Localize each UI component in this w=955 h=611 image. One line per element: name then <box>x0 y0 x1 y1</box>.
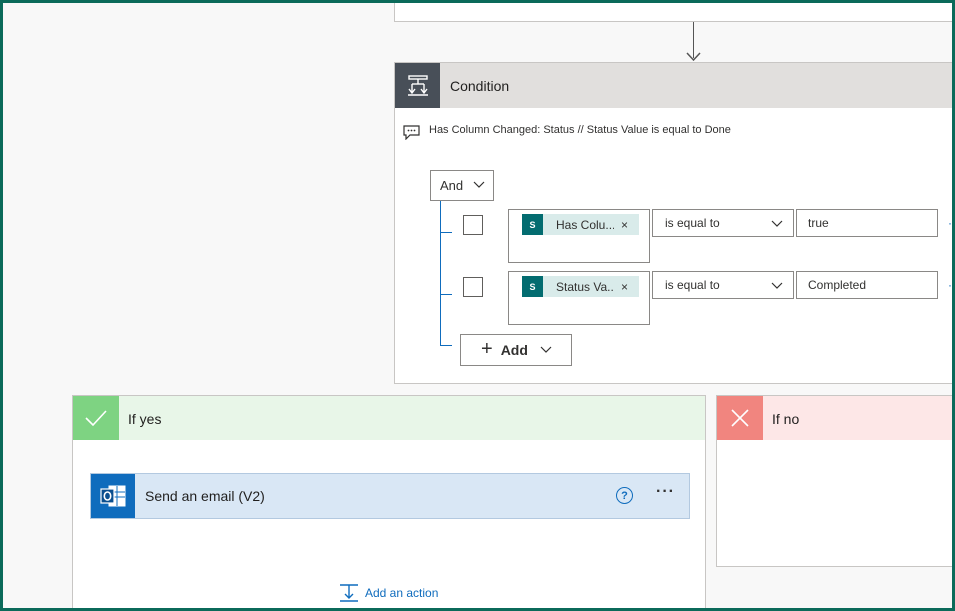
if-yes-branch: If yes Send an email (V2) ? ··· Add an a… <box>72 395 706 611</box>
token-remove-icon[interactable]: × <box>621 218 628 232</box>
dynamic-token[interactable]: S Status Va... × <box>522 276 639 297</box>
group-operator-label: And <box>440 178 464 193</box>
tree-branch <box>440 294 452 295</box>
token-label: Status Va... <box>556 279 614 294</box>
checkmark-icon <box>73 396 119 440</box>
operator-dropdown[interactable]: is equal to <box>652 271 794 299</box>
add-condition-button[interactable]: + Add <box>460 334 572 366</box>
add-action-icon <box>340 584 358 602</box>
help-icon[interactable]: ? <box>616 487 633 504</box>
sharepoint-icon: S <box>522 276 543 297</box>
close-icon <box>717 396 763 440</box>
condition-header[interactable]: Condition <box>395 63 955 108</box>
condition-card: Condition Has Column Changed: Status // … <box>394 62 955 384</box>
condition-comment[interactable]: Has Column Changed: Status // Status Val… <box>429 124 731 136</box>
operator-label: is equal to <box>665 216 720 230</box>
chevron-down-icon <box>771 282 783 289</box>
condition-value-input[interactable]: true <box>796 209 938 237</box>
chevron-down-icon <box>540 346 552 353</box>
dynamic-token[interactable]: S Has Colu... × <box>522 214 639 235</box>
condition-value-input[interactable]: Completed <box>796 271 938 299</box>
group-operator-dropdown[interactable]: And <box>430 170 494 201</box>
condition-icon <box>395 63 440 108</box>
add-an-action-label: Add an action <box>365 586 439 600</box>
tree-branch <box>440 345 452 346</box>
add-button-label: Add <box>500 342 528 358</box>
tree-branch <box>440 232 452 233</box>
condition-title: Condition <box>450 78 510 94</box>
token-remove-icon[interactable]: × <box>621 280 628 294</box>
send-email-title: Send an email (V2) <box>145 488 265 504</box>
row-more-icon[interactable]: · <box>948 278 952 292</box>
if-no-header[interactable]: If no <box>717 396 955 440</box>
previous-step-card[interactable] <box>394 0 954 22</box>
if-no-title: If no <box>772 411 800 427</box>
send-email-action-card[interactable]: Send an email (V2) ? ··· <box>90 473 690 519</box>
row-more-icon[interactable]: · <box>948 216 952 230</box>
comment-icon[interactable] <box>403 125 420 140</box>
connector-arrow-icon <box>686 52 701 61</box>
outlook-icon <box>91 474 135 518</box>
sharepoint-icon: S <box>522 214 543 235</box>
chevron-down-icon <box>473 181 485 188</box>
condition-left-operand[interactable]: S Status Va... × <box>508 271 650 325</box>
if-no-branch: If no <box>716 395 955 567</box>
add-an-action-button[interactable]: Add an action <box>339 583 438 603</box>
condition-left-operand[interactable]: S Has Colu... × <box>508 209 650 263</box>
if-yes-header[interactable]: If yes <box>73 396 705 440</box>
row-checkbox[interactable] <box>463 277 483 297</box>
operator-label: is equal to <box>665 278 720 292</box>
token-label: Has Colu... <box>556 217 614 232</box>
plus-icon: + <box>481 338 493 360</box>
chevron-down-icon <box>771 220 783 227</box>
tree-line <box>440 201 441 346</box>
row-checkbox[interactable] <box>463 215 483 235</box>
operator-dropdown[interactable]: is equal to <box>652 209 794 237</box>
more-options-icon[interactable]: ··· <box>656 483 675 501</box>
if-yes-title: If yes <box>128 411 162 427</box>
